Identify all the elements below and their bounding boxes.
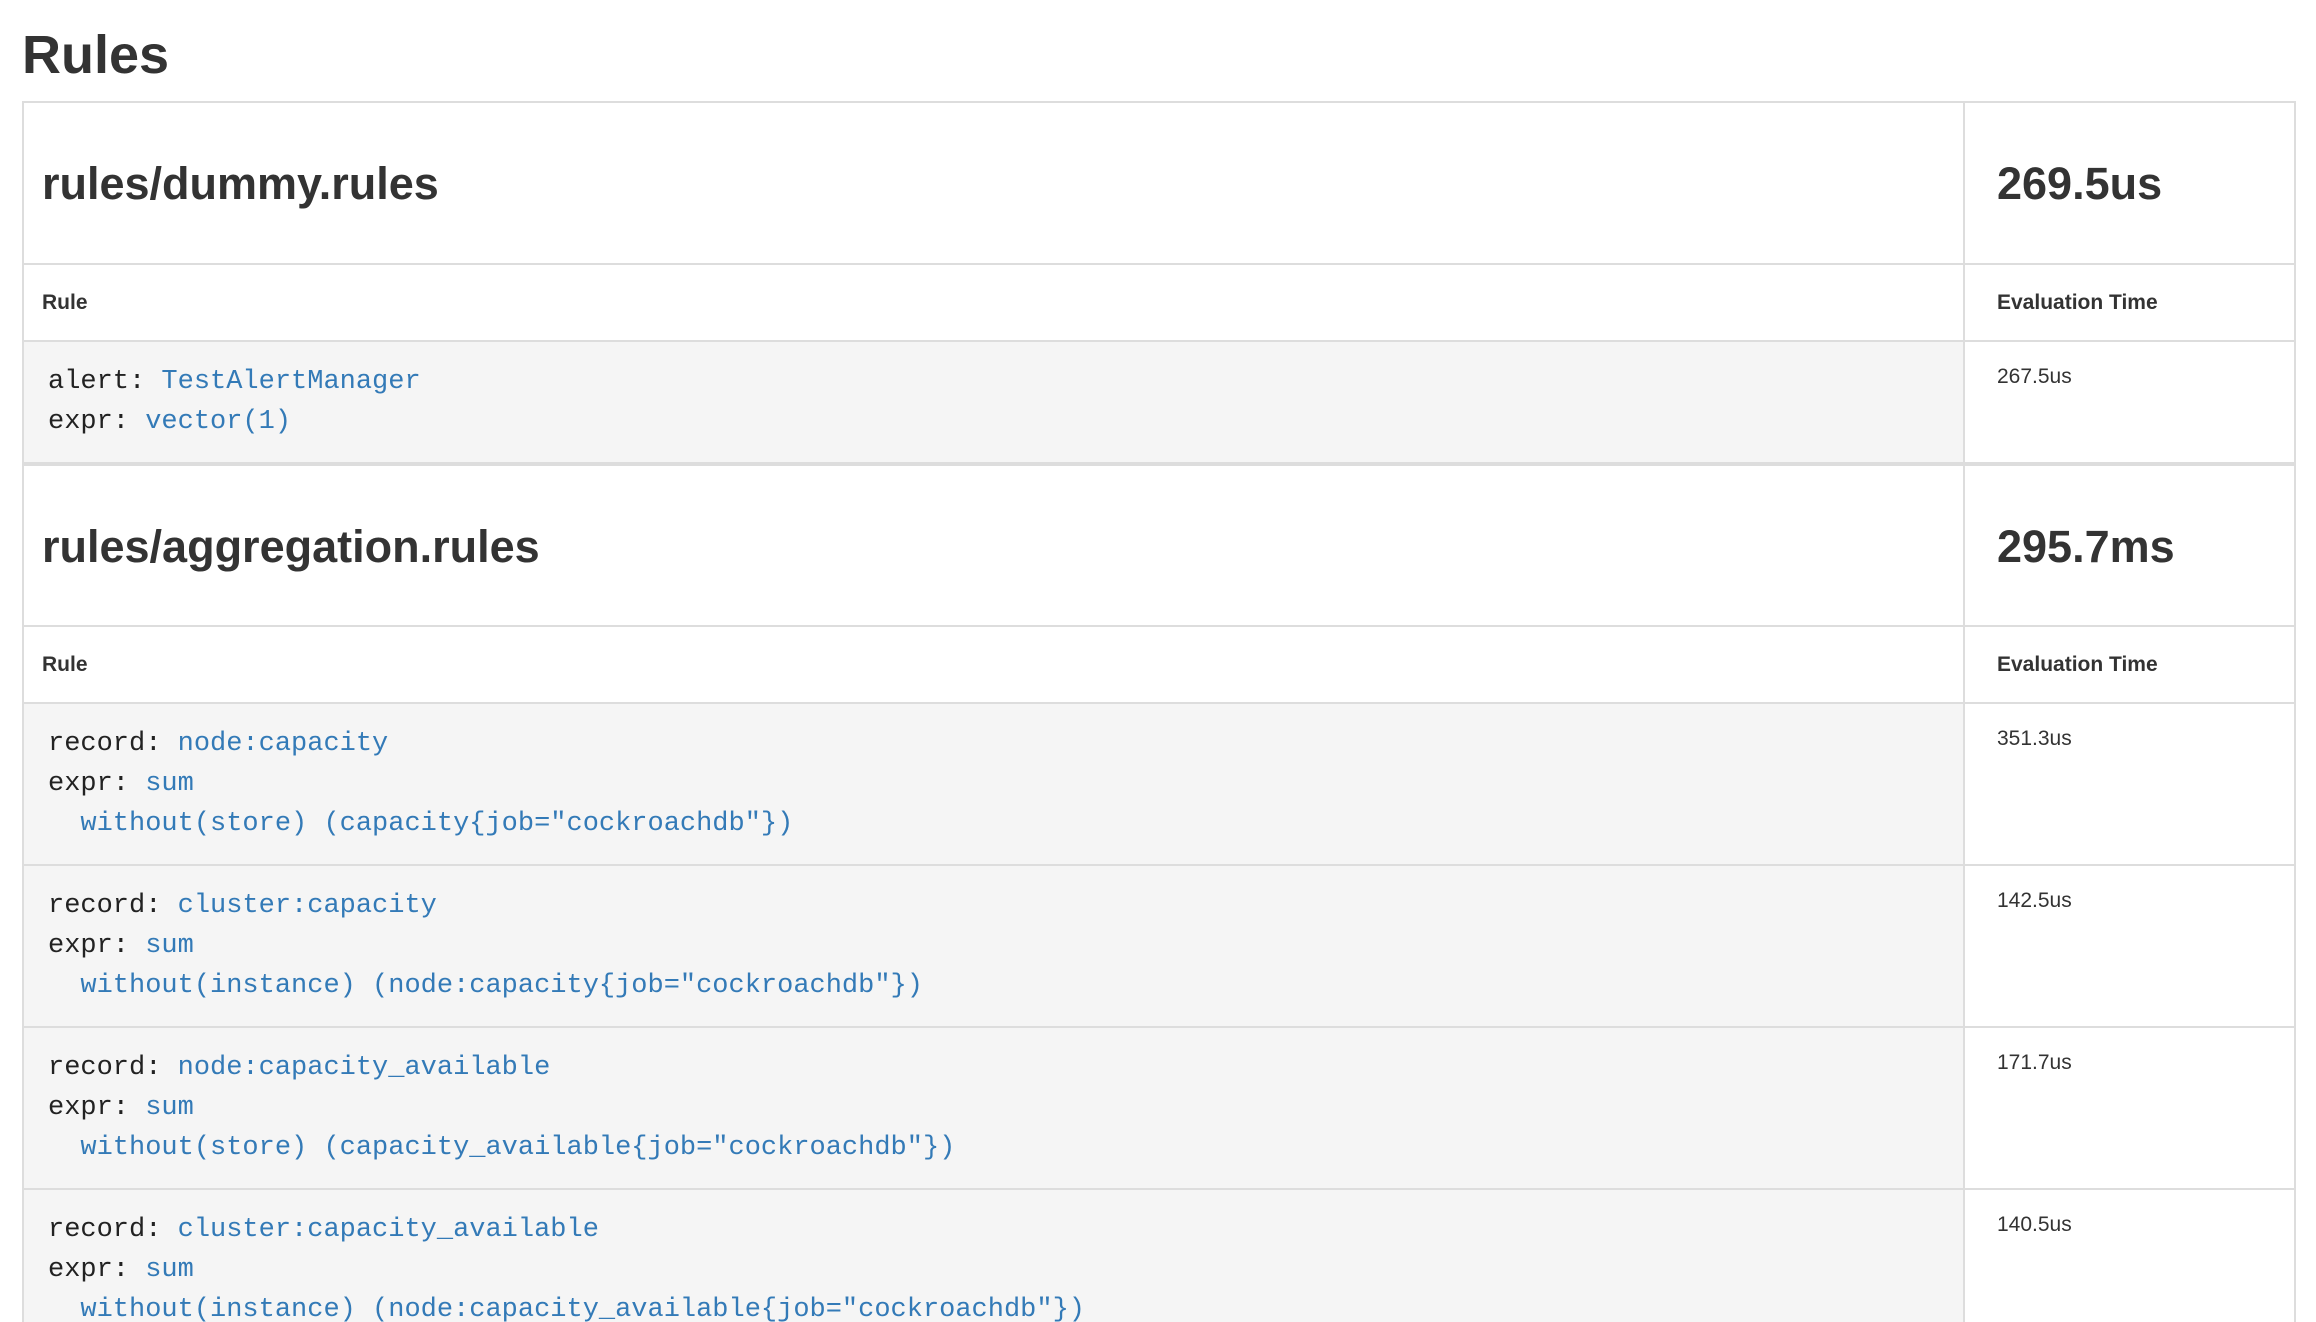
rule-link[interactable]: without(instance) (node:capacity{job="co… xyxy=(80,971,923,1001)
rule-row: record: node:capacity_availableexpr: sum… xyxy=(23,1027,2295,1189)
rule-code-line: expr: vector(1) xyxy=(48,402,1939,442)
group-file-cell: rules/dummy.rules xyxy=(23,102,1964,264)
evaluation-time-value: 351.3us xyxy=(1997,727,2072,750)
rule-code-line: record: node:capacity_available xyxy=(48,1048,1939,1088)
rule-link[interactable]: without(instance) (node:capacity_availab… xyxy=(80,1295,1085,1322)
evaluation-time-cell: 140.5us xyxy=(1964,1189,2295,1322)
rule-code-line: expr: sum xyxy=(48,1250,1939,1290)
rule-row: record: cluster:capacity_availableexpr: … xyxy=(23,1189,2295,1322)
group-total-evaluation-time: 295.7ms xyxy=(1997,522,2276,572)
rule-group-table: rules/aggregation.rules 295.7ms RuleEvalua… xyxy=(22,464,2296,1322)
code-label: expr: xyxy=(48,931,145,961)
column-header-row: RuleEvaluation Time xyxy=(23,264,2295,341)
rule-link[interactable]: without(store) (capacity{job="cockroachd… xyxy=(80,809,793,839)
code-label xyxy=(48,809,80,839)
rule-row: record: node:capacityexpr: sum without(s… xyxy=(23,703,2295,865)
code-label: expr: xyxy=(48,1255,145,1285)
rule-link[interactable]: cluster:capacity xyxy=(178,891,437,921)
rule-code-cell: alert: TestAlertManagerexpr: vector(1) xyxy=(23,341,1964,463)
evaluation-time-value: 267.5us xyxy=(1997,365,2072,388)
rule-code-line: alert: TestAlertManager xyxy=(48,362,1939,402)
code-label: expr: xyxy=(48,769,145,799)
column-header-evaluation-time: Evaluation Time xyxy=(1964,626,2295,703)
rule-code: record: cluster:capacity_availableexpr: … xyxy=(24,1190,1963,1322)
rule-code-line: record: node:capacity xyxy=(48,724,1939,764)
group-total-time-cell: 295.7ms xyxy=(1964,465,2295,627)
rule-code-cell: record: node:capacity_availableexpr: sum… xyxy=(23,1027,1964,1189)
rule-code: alert: TestAlertManagerexpr: vector(1) xyxy=(24,342,1963,462)
rule-code-line: without(store) (capacity{job="cockroachd… xyxy=(48,804,1939,844)
group-header-row: rules/aggregation.rules 295.7ms xyxy=(23,465,2295,627)
page-title: Rules xyxy=(22,26,2294,85)
rule-link[interactable]: node:capacity_available xyxy=(178,1053,551,1083)
evaluation-time-cell: 351.3us xyxy=(1964,703,2295,865)
rule-code-line: record: cluster:capacity xyxy=(48,886,1939,926)
rule-code-cell: record: cluster:capacityexpr: sum withou… xyxy=(23,865,1964,1027)
rule-group-table: rules/dummy.rules 269.5us RuleEvaluation T… xyxy=(22,101,2296,464)
code-label xyxy=(48,971,80,1001)
rule-link[interactable]: TestAlertManager xyxy=(161,367,420,397)
evaluation-time-cell: 142.5us xyxy=(1964,865,2295,1027)
code-label: record: xyxy=(48,729,178,759)
rule-link[interactable]: sum xyxy=(145,931,194,961)
rule-code-line: without(instance) (node:capacity{job="co… xyxy=(48,966,1939,1006)
rule-code-line: expr: sum xyxy=(48,1088,1939,1128)
rule-code-line: record: cluster:capacity_available xyxy=(48,1210,1939,1250)
code-label: record: xyxy=(48,1215,178,1245)
rule-code-cell: record: cluster:capacity_availableexpr: … xyxy=(23,1189,1964,1322)
group-file-name: rules/dummy.rules xyxy=(42,159,1945,209)
code-label: alert: xyxy=(48,367,161,397)
column-header-row: RuleEvaluation Time xyxy=(23,626,2295,703)
column-header-rule: Rule xyxy=(23,626,1964,703)
group-file-cell: rules/aggregation.rules xyxy=(23,465,1964,627)
rule-groups: rules/dummy.rules269.5usRuleEvaluation T… xyxy=(22,101,2294,1322)
group-file-name: rules/aggregation.rules xyxy=(42,522,1945,572)
rules-page: Rules rules/dummy.rules269.5usRuleEvalua… xyxy=(0,26,2316,1322)
code-label: expr: xyxy=(48,407,145,437)
rule-link[interactable]: node:capacity xyxy=(178,729,389,759)
code-label: record: xyxy=(48,891,178,921)
rule-code-cell: record: node:capacityexpr: sum without(s… xyxy=(23,703,1964,865)
rule-code: record: cluster:capacityexpr: sum withou… xyxy=(24,866,1963,1026)
rule-link[interactable]: vector(1) xyxy=(145,407,291,437)
evaluation-time-cell: 267.5us xyxy=(1964,341,2295,463)
evaluation-time-value: 140.5us xyxy=(1997,1213,2072,1236)
rule-code-line: without(store) (capacity_available{job="… xyxy=(48,1128,1939,1168)
code-label xyxy=(48,1133,80,1163)
rule-code: record: node:capacityexpr: sum without(s… xyxy=(24,704,1963,864)
rule-link[interactable]: without(store) (capacity_available{job="… xyxy=(80,1133,955,1163)
rule-code: record: node:capacity_availableexpr: sum… xyxy=(24,1028,1963,1188)
group-header-row: rules/dummy.rules 269.5us xyxy=(23,102,2295,264)
rule-link[interactable]: sum xyxy=(145,1093,194,1123)
rule-link[interactable]: sum xyxy=(145,769,194,799)
column-header-rule: Rule xyxy=(23,264,1964,341)
evaluation-time-value: 171.7us xyxy=(1997,1051,2072,1074)
rule-link[interactable]: sum xyxy=(145,1255,194,1285)
group-total-time-cell: 269.5us xyxy=(1964,102,2295,264)
code-label: record: xyxy=(48,1053,178,1083)
evaluation-time-value: 142.5us xyxy=(1997,889,2072,912)
code-label: expr: xyxy=(48,1093,145,1123)
rule-row: record: cluster:capacityexpr: sum withou… xyxy=(23,865,2295,1027)
rule-code-line: expr: sum xyxy=(48,764,1939,804)
rule-code-line: expr: sum xyxy=(48,926,1939,966)
column-header-evaluation-time: Evaluation Time xyxy=(1964,264,2295,341)
rule-code-line: without(instance) (node:capacity_availab… xyxy=(48,1290,1939,1322)
group-total-evaluation-time: 269.5us xyxy=(1997,159,2276,209)
evaluation-time-cell: 171.7us xyxy=(1964,1027,2295,1189)
rule-link[interactable]: cluster:capacity_available xyxy=(178,1215,599,1245)
code-label xyxy=(48,1295,80,1322)
rule-row: alert: TestAlertManagerexpr: vector(1)26… xyxy=(23,341,2295,463)
